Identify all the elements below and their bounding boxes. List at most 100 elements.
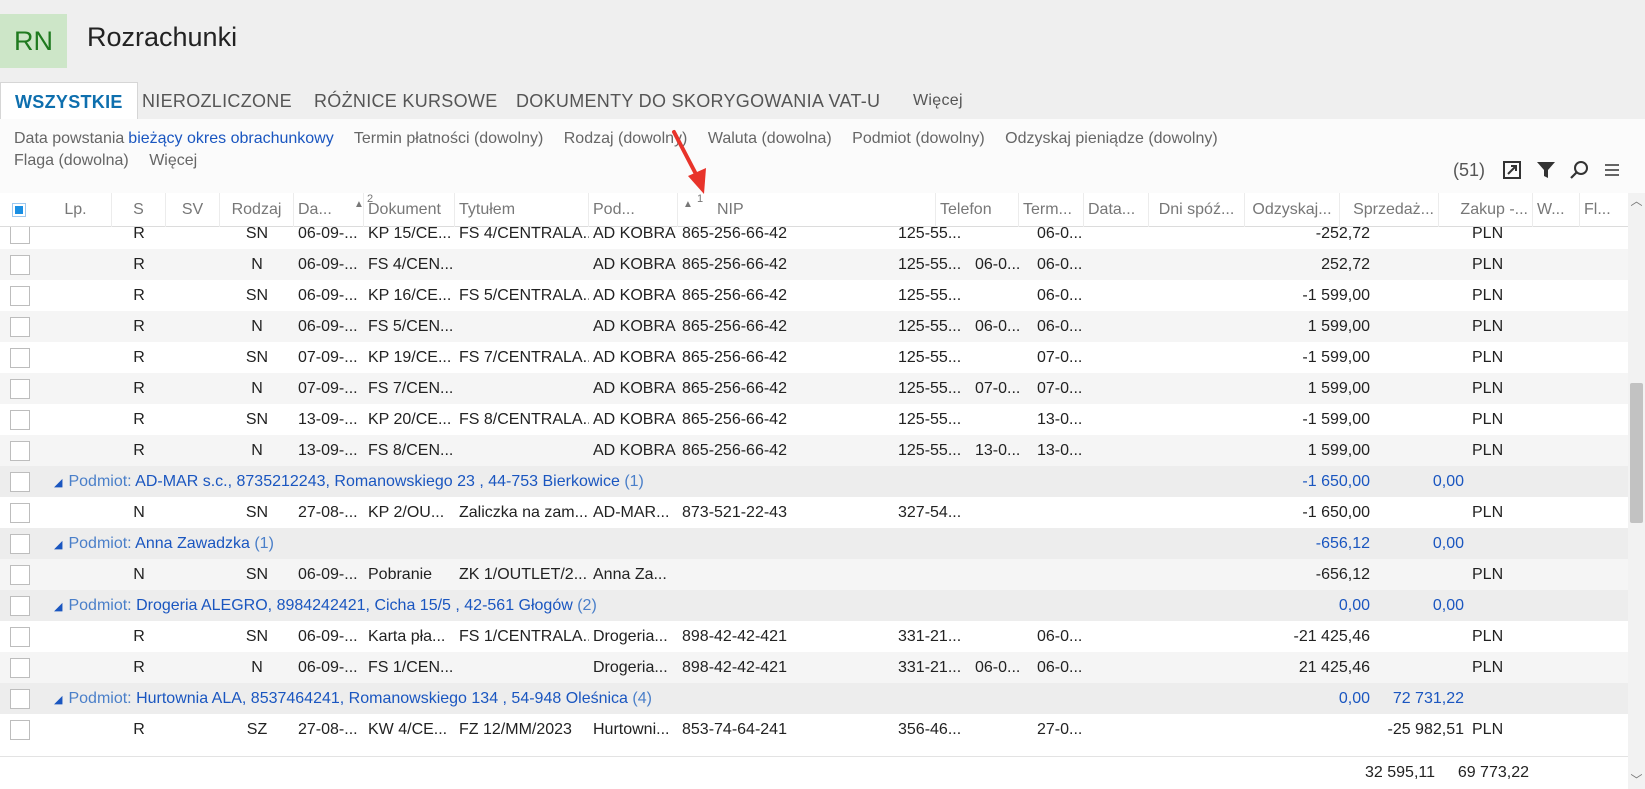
cell-data2 — [1033, 559, 1098, 591]
cell-s: N — [133, 504, 145, 521]
col-dni[interactable]: Dni spóź... — [1149, 193, 1245, 227]
table-row[interactable]: R N 07-09-... FS 7/CEN... AD KOBRA 865-256-66… — [0, 373, 1628, 405]
table-row[interactable]: R SN 13-09-... KP 20/CE... FS 8/CENTRALA... A… — [0, 404, 1628, 436]
table-row[interactable]: R SN 06-09-... KP 15/CE... FS 4/CENTRALA... A… — [0, 227, 1628, 250]
table-row[interactable]: R SN 07-09-... KP 19/CE... FS 7/CENTRALA... A… — [0, 342, 1628, 374]
col-flaga[interactable]: Fl... — [1580, 193, 1628, 227]
col-tytulem[interactable]: Tytułem — [455, 193, 589, 227]
group-row[interactable]: ◢ Podmiot: Anna Zawadzka (1) -656,12 0,00 — [0, 528, 1628, 560]
collapse-triangle-icon[interactable]: ◢ — [54, 477, 62, 489]
table-row[interactable]: N SN 06-09-... Pobranie ZK 1/OUTLET/2... Anna… — [0, 559, 1628, 591]
col-nip[interactable]: NIP — [713, 193, 936, 227]
row-checkbox[interactable] — [10, 627, 30, 647]
cell-data2: 06-0... — [1037, 227, 1083, 242]
menu-icon[interactable] — [1600, 158, 1624, 182]
table-row[interactable]: R N 06-09-... FS 4/CEN... AD KOBRA 865-256-66… — [0, 249, 1628, 281]
row-checkbox[interactable] — [10, 472, 30, 492]
row-checkbox[interactable] — [10, 348, 30, 368]
col-s[interactable]: S — [112, 193, 166, 227]
cell-data: 13-09-... — [298, 442, 358, 459]
col-sprzedaz[interactable]: Sprzedaż... — [1340, 193, 1439, 227]
table-row[interactable]: R SN 06-09-... KP 16/CE... FS 5/CENTRALA... A… — [0, 280, 1628, 312]
row-checkbox[interactable] — [10, 720, 30, 740]
cell-telefon: 331-21... — [898, 628, 962, 645]
cell-rodzaj: SN — [245, 227, 269, 242]
search-icon[interactable] — [1567, 158, 1591, 182]
col-dokument[interactable]: Dokument — [364, 193, 455, 227]
filter-more[interactable]: Więcej — [149, 152, 197, 169]
group-prefix: Podmiot: — [68, 535, 136, 552]
scroll-up-icon[interactable]: ︿ — [1628, 193, 1645, 210]
row-checkbox[interactable] — [10, 658, 30, 678]
collapse-triangle-icon[interactable]: ◢ — [54, 694, 62, 706]
row-checkbox[interactable] — [10, 689, 30, 709]
group-label[interactable]: ◢ Podmiot: AD-MAR s.c., 8735212243, Roman… — [54, 466, 644, 498]
cell-podmiot: AD-MAR... — [593, 504, 670, 521]
group-row[interactable]: ◢ Podmiot: Drogeria ALEGRO, 8984242421, C… — [0, 590, 1628, 622]
tab-dokumenty-vat[interactable]: DOKUMENTY DO SKORYGOWANIA VAT-U — [516, 82, 880, 120]
table-row[interactable]: R N 06-09-... FS 5/CEN... AD KOBRA 865-256-66… — [0, 311, 1628, 343]
table-row[interactable]: R SZ 27-08-... KW 4/CE... FZ 12/MM/2023 Hurto… — [0, 714, 1628, 746]
group-label[interactable]: ◢ Podmiot: Drogeria ALEGRO, 8984242421, C… — [54, 590, 597, 622]
scroll-thumb[interactable] — [1630, 383, 1643, 523]
filter-flag[interactable]: Flaga (dowolna) — [14, 152, 129, 169]
col-sv[interactable]: SV — [166, 193, 220, 227]
col-data2[interactable]: Data... — [1084, 193, 1149, 227]
row-checkbox[interactable] — [10, 503, 30, 523]
select-all-checkbox[interactable] — [12, 203, 26, 217]
filter-date-value[interactable]: bieżący okres obrachunkowy — [128, 130, 333, 147]
cell-podmiot: Drogeria... — [593, 628, 668, 645]
row-checkbox[interactable] — [10, 255, 30, 275]
tab-roznice-kursowe[interactable]: RÓŻNICE KURSOWE — [314, 82, 498, 120]
vertical-scrollbar[interactable]: ︿ ﹀ — [1628, 193, 1645, 789]
col-telefon[interactable]: Telefon — [936, 193, 1019, 227]
filter-icon[interactable] — [1534, 158, 1558, 182]
row-checkbox[interactable] — [10, 565, 30, 585]
cell-rodzaj: N — [251, 318, 263, 335]
tab-wszystkie[interactable]: WSZYSTKIE — [0, 82, 138, 120]
tab-more[interactable]: Więcej — [913, 82, 963, 120]
col-podmiot[interactable]: Pod... — [589, 193, 678, 227]
col-termin[interactable]: Term... — [1019, 193, 1084, 227]
filter-currency[interactable]: Waluta (dowolna) — [708, 130, 832, 147]
cell-nip: 865-256-66-42 — [682, 349, 787, 366]
collapse-triangle-icon[interactable]: ◢ — [54, 539, 62, 551]
group-row[interactable]: ◢ Podmiot: AD-MAR s.c., 8735212243, Roman… — [0, 466, 1628, 498]
row-checkbox[interactable] — [10, 379, 30, 399]
group-row[interactable]: ◢ Podmiot: Hurtownia ALA, 8537464241, Rom… — [0, 683, 1628, 715]
col-waluta[interactable]: W... — [1533, 193, 1580, 227]
table-row[interactable]: N SN 27-08-... KP 2/OU... Zaliczka na zam...… — [0, 497, 1628, 529]
tab-nierozliczone[interactable]: NIEROZLICZONE — [142, 82, 292, 120]
row-checkbox[interactable] — [10, 410, 30, 430]
cell-zakup — [1374, 559, 1468, 591]
export-icon[interactable] — [1500, 158, 1524, 182]
scroll-down-icon[interactable]: ﹀ — [1628, 772, 1645, 789]
cell-sprzedaz: -1 650,00 — [1302, 504, 1370, 521]
row-checkbox[interactable] — [10, 596, 30, 616]
col-odzyskaj[interactable]: Odzyskaj... — [1245, 193, 1340, 227]
filter-due[interactable]: Termin płatności (dowolny) — [354, 130, 543, 147]
row-checkbox[interactable] — [10, 534, 30, 554]
cell-termin — [971, 621, 1036, 653]
row-checkbox[interactable] — [10, 317, 30, 337]
row-checkbox[interactable] — [10, 227, 30, 244]
filter-subject[interactable]: Podmiot (dowolny) — [852, 130, 985, 147]
col-zakup[interactable]: Zakup -... — [1439, 193, 1533, 227]
cell-telefon: 327-54... — [898, 504, 962, 521]
row-checkbox[interactable] — [10, 441, 30, 461]
cell-dokument: FS 7/CEN... — [368, 380, 454, 397]
cell-sprzedaz: 1 599,00 — [1307, 318, 1370, 335]
col-lp[interactable]: Lp. — [40, 193, 112, 227]
table-row[interactable]: R SN 06-09-... Karta pła... FS 1/CENTRALA...… — [0, 621, 1628, 653]
filter-type[interactable]: Rodzaj (dowolny) — [564, 130, 688, 147]
row-checkbox[interactable] — [10, 286, 30, 306]
group-label[interactable]: ◢ Podmiot: Anna Zawadzka (1) — [54, 528, 274, 560]
cell-podmiot: AD KOBRA — [593, 349, 676, 366]
collapse-triangle-icon[interactable]: ◢ — [54, 601, 62, 613]
table-row[interactable]: R N 06-09-... FS 1/CEN... Drogeria... 898-42-… — [0, 652, 1628, 684]
table-row[interactable]: R N 13-09-... FS 8/CEN... AD KOBRA 865-256-66… — [0, 435, 1628, 467]
filter-row-2: Flaga (dowolna) Więcej — [14, 152, 213, 170]
group-label[interactable]: ◢ Podmiot: Hurtownia ALA, 8537464241, Rom… — [54, 683, 652, 715]
filter-recover[interactable]: Odzyskaj pieniądze (dowolny) — [1005, 130, 1218, 147]
col-rodzaj[interactable]: Rodzaj — [220, 193, 294, 227]
